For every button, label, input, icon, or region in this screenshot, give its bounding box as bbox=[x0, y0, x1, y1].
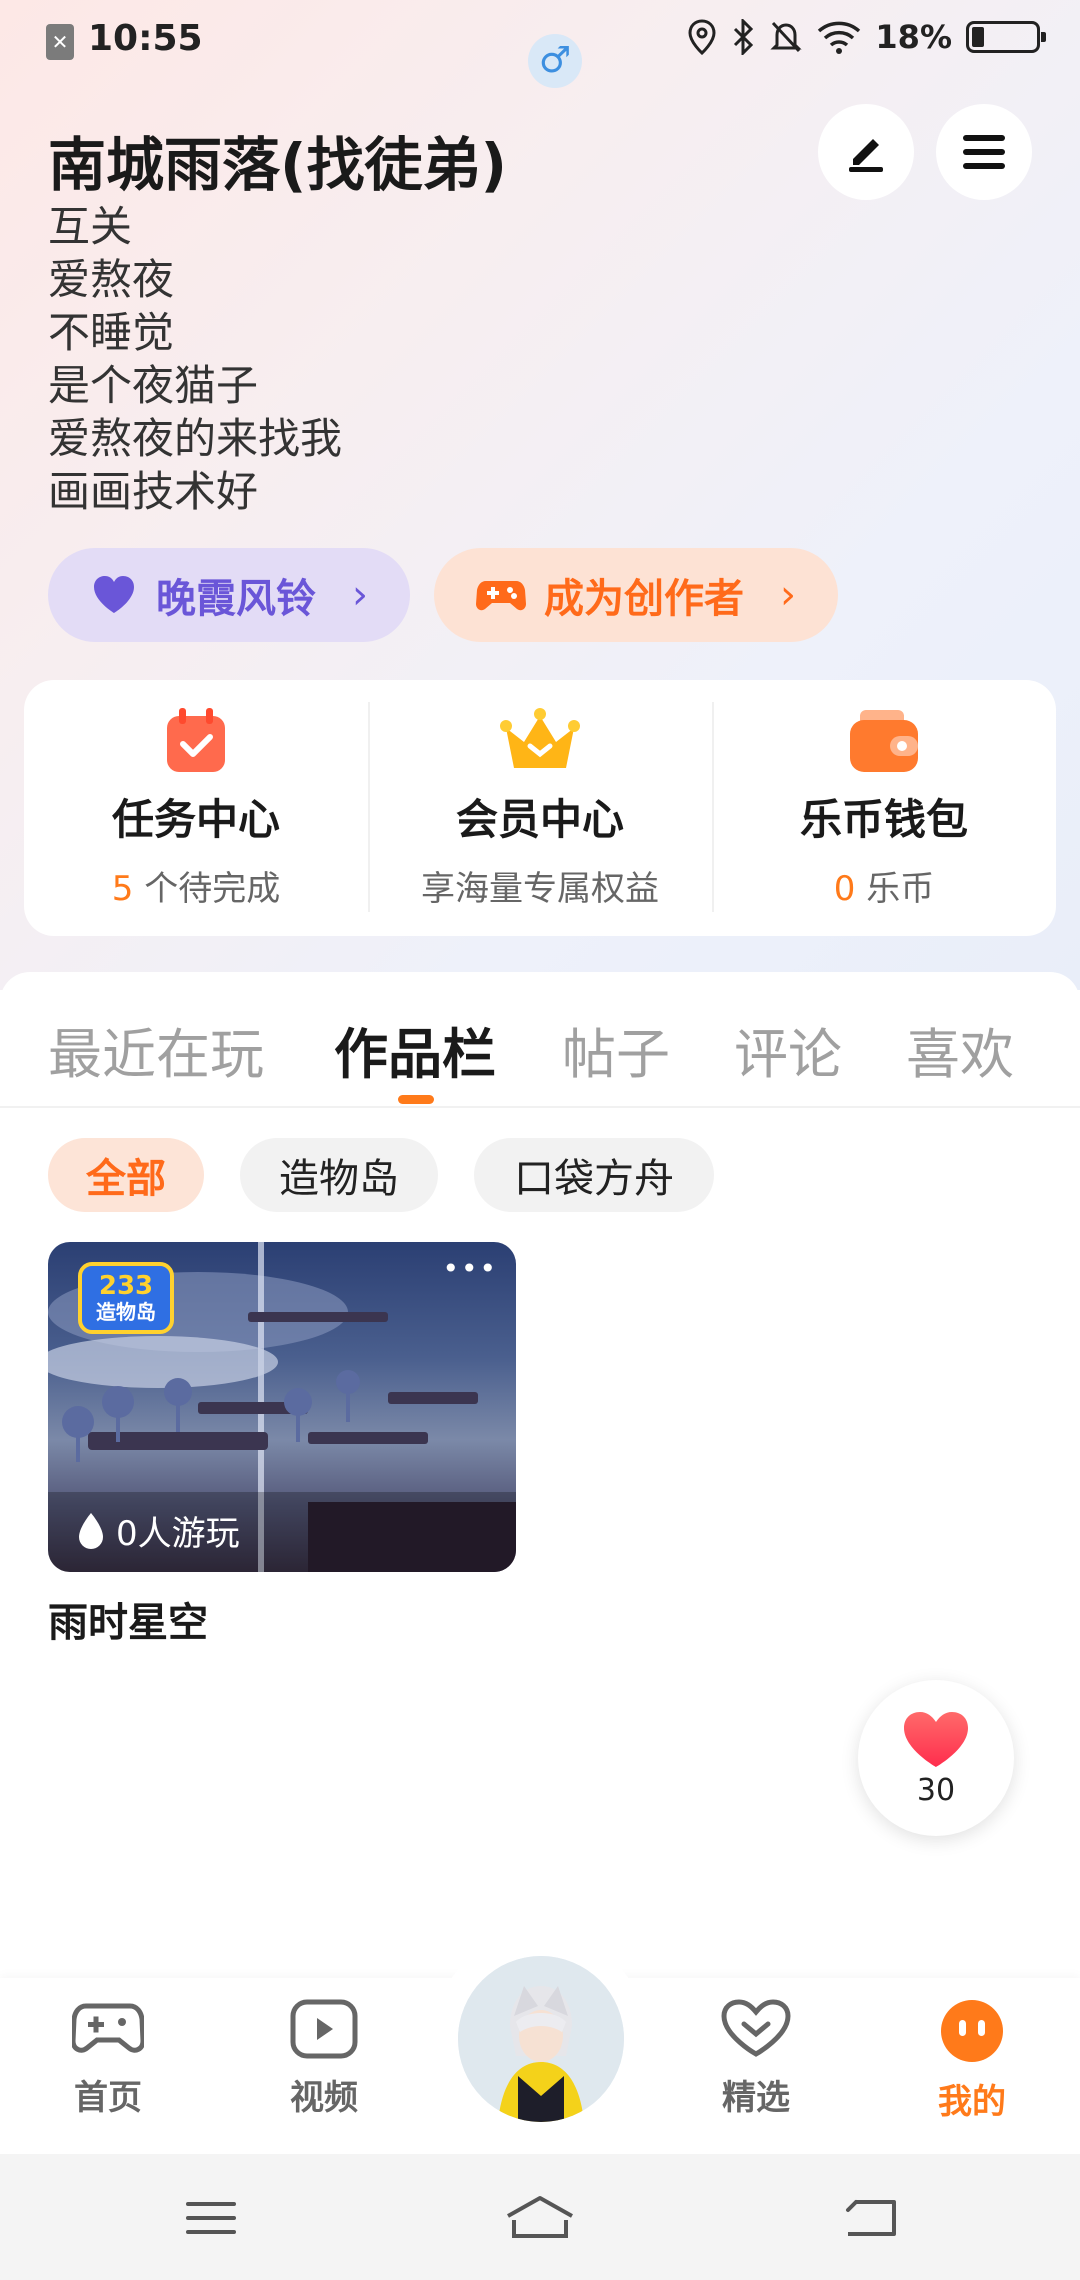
smiley-face-icon bbox=[941, 2000, 1003, 2062]
filter-zaowudao[interactable]: 造物岛 bbox=[240, 1138, 438, 1212]
battery-icon bbox=[966, 21, 1046, 53]
gamepad-icon bbox=[476, 581, 526, 611]
tab-comments[interactable]: 评论 bbox=[734, 1010, 842, 1089]
zaowudao-logo: 233 造物岛 bbox=[78, 1262, 174, 1334]
tab-works[interactable]: 作品栏 bbox=[334, 1010, 496, 1089]
nav-label: 我的 bbox=[938, 2082, 1006, 2122]
system-nav-bar bbox=[0, 2154, 1080, 2280]
location-icon bbox=[688, 19, 716, 55]
filter-koudai-fangzhou[interactable]: 口袋方舟 bbox=[474, 1138, 714, 1212]
edit-button[interactable] bbox=[818, 104, 914, 200]
card-title: 任务中心 bbox=[111, 795, 280, 844]
sim-icon: ✕ bbox=[46, 24, 74, 60]
calendar-check-icon bbox=[167, 708, 225, 772]
more-icon[interactable]: ••• bbox=[442, 1252, 498, 1285]
crown-icon bbox=[500, 708, 580, 768]
bio-line: 爱熬夜的来找我 bbox=[48, 414, 343, 463]
quick-entry-card: 任务中心 5 个待完成 会员中心 享海量专属权益 乐币钱包 0 乐币 bbox=[24, 680, 1056, 936]
profile-bio: 互关 爱熬夜 不睡觉 是个夜猫子 爱熬夜的来找我 画画技术好 bbox=[48, 200, 342, 518]
avatar[interactable] bbox=[458, 1956, 624, 2122]
card-subtitle: 享海量专属权益 bbox=[421, 869, 659, 909]
home-icon[interactable] bbox=[504, 2194, 576, 2242]
status-bar: ✕ 10:55 ♂ 18% bbox=[0, 0, 1080, 88]
gender-badge: ♂ bbox=[528, 34, 582, 88]
tab-recent[interactable]: 最近在玩 bbox=[48, 1010, 264, 1089]
mute-bell-icon bbox=[770, 21, 803, 53]
video-play-icon bbox=[290, 1999, 358, 2059]
bio-line: 互关 bbox=[48, 202, 133, 251]
back-icon[interactable] bbox=[842, 2196, 898, 2240]
divider bbox=[0, 1106, 1080, 1108]
wallet-icon bbox=[850, 710, 918, 772]
card-title: 会员中心 bbox=[455, 795, 624, 844]
tab-posts[interactable]: 帖子 bbox=[562, 1010, 670, 1089]
task-count: 5 bbox=[111, 869, 134, 909]
bluetooth-icon bbox=[734, 19, 754, 55]
nav-label: 视频 bbox=[290, 2078, 358, 2118]
bio-line: 画画技术好 bbox=[48, 467, 259, 516]
card-subtitle: 个待完成 bbox=[133, 869, 281, 909]
filter-all[interactable]: 全部 bbox=[48, 1138, 204, 1212]
bio-line: 爱熬夜 bbox=[48, 255, 175, 304]
player-count: 0人游玩 bbox=[116, 1514, 240, 1554]
chip-label: 晚霞风铃 bbox=[156, 576, 316, 622]
chip-become-creator[interactable]: 成为创作者 › bbox=[434, 548, 838, 642]
menu-lines-icon[interactable] bbox=[184, 2198, 238, 2238]
nav-video[interactable]: 视频 bbox=[254, 1998, 394, 2119]
heart-icon bbox=[94, 576, 134, 613]
task-center-entry[interactable]: 任务中心 5 个待完成 bbox=[24, 680, 368, 936]
avatar-image bbox=[458, 1956, 624, 2122]
nav-label: 首页 bbox=[74, 2078, 142, 2118]
gamepad-icon bbox=[72, 2003, 144, 2053]
tab-likes[interactable]: 喜欢 bbox=[906, 1010, 1014, 1089]
nav-mine[interactable]: 我的 bbox=[902, 1998, 1042, 2123]
battery-percent: 18% bbox=[875, 18, 952, 56]
nav-home[interactable]: 首页 bbox=[38, 1998, 178, 2119]
work-title[interactable]: 雨时星空 bbox=[48, 1590, 208, 1648]
coin-count: 0 bbox=[833, 869, 856, 909]
chevron-right-icon: › bbox=[352, 572, 368, 618]
chip-wanxia-fengling[interactable]: 晚霞风铃 › bbox=[48, 548, 410, 642]
nav-label: 精选 bbox=[722, 2078, 790, 2118]
like-button[interactable]: 30 bbox=[858, 1680, 1014, 1836]
wallet-entry[interactable]: 乐币钱包 0 乐币 bbox=[712, 680, 1056, 936]
menu-button[interactable] bbox=[936, 104, 1032, 200]
status-time: 10:55 bbox=[88, 18, 203, 59]
profile-name: 南城雨落(找徒弟) bbox=[48, 131, 508, 199]
chevron-right-icon: › bbox=[780, 572, 796, 618]
nav-featured[interactable]: 精选 bbox=[686, 1998, 826, 2119]
like-count: 30 bbox=[916, 1772, 956, 1808]
heart-icon bbox=[904, 1711, 968, 1767]
card-subtitle: 乐币 bbox=[855, 869, 935, 909]
chip-label: 成为创作者 bbox=[544, 576, 744, 622]
tab-indicator bbox=[398, 1095, 434, 1104]
flame-icon bbox=[79, 1512, 103, 1549]
member-center-entry[interactable]: 会员中心 享海量专属权益 bbox=[368, 680, 712, 936]
wifi-icon bbox=[818, 21, 861, 54]
work-card[interactable]: 233 造物岛 ••• 0人游玩 bbox=[48, 1242, 516, 1572]
card-title: 乐币钱包 bbox=[799, 795, 968, 844]
pencil-icon bbox=[849, 139, 883, 172]
heart-outline-icon bbox=[721, 1999, 791, 2057]
tab-bar: 最近在玩 作品栏 帖子 评论 喜欢 bbox=[0, 972, 1080, 1106]
bio-line: 是个夜猫子 bbox=[48, 361, 259, 410]
hamburger-icon bbox=[963, 135, 1005, 169]
bio-line: 不睡觉 bbox=[48, 308, 175, 357]
